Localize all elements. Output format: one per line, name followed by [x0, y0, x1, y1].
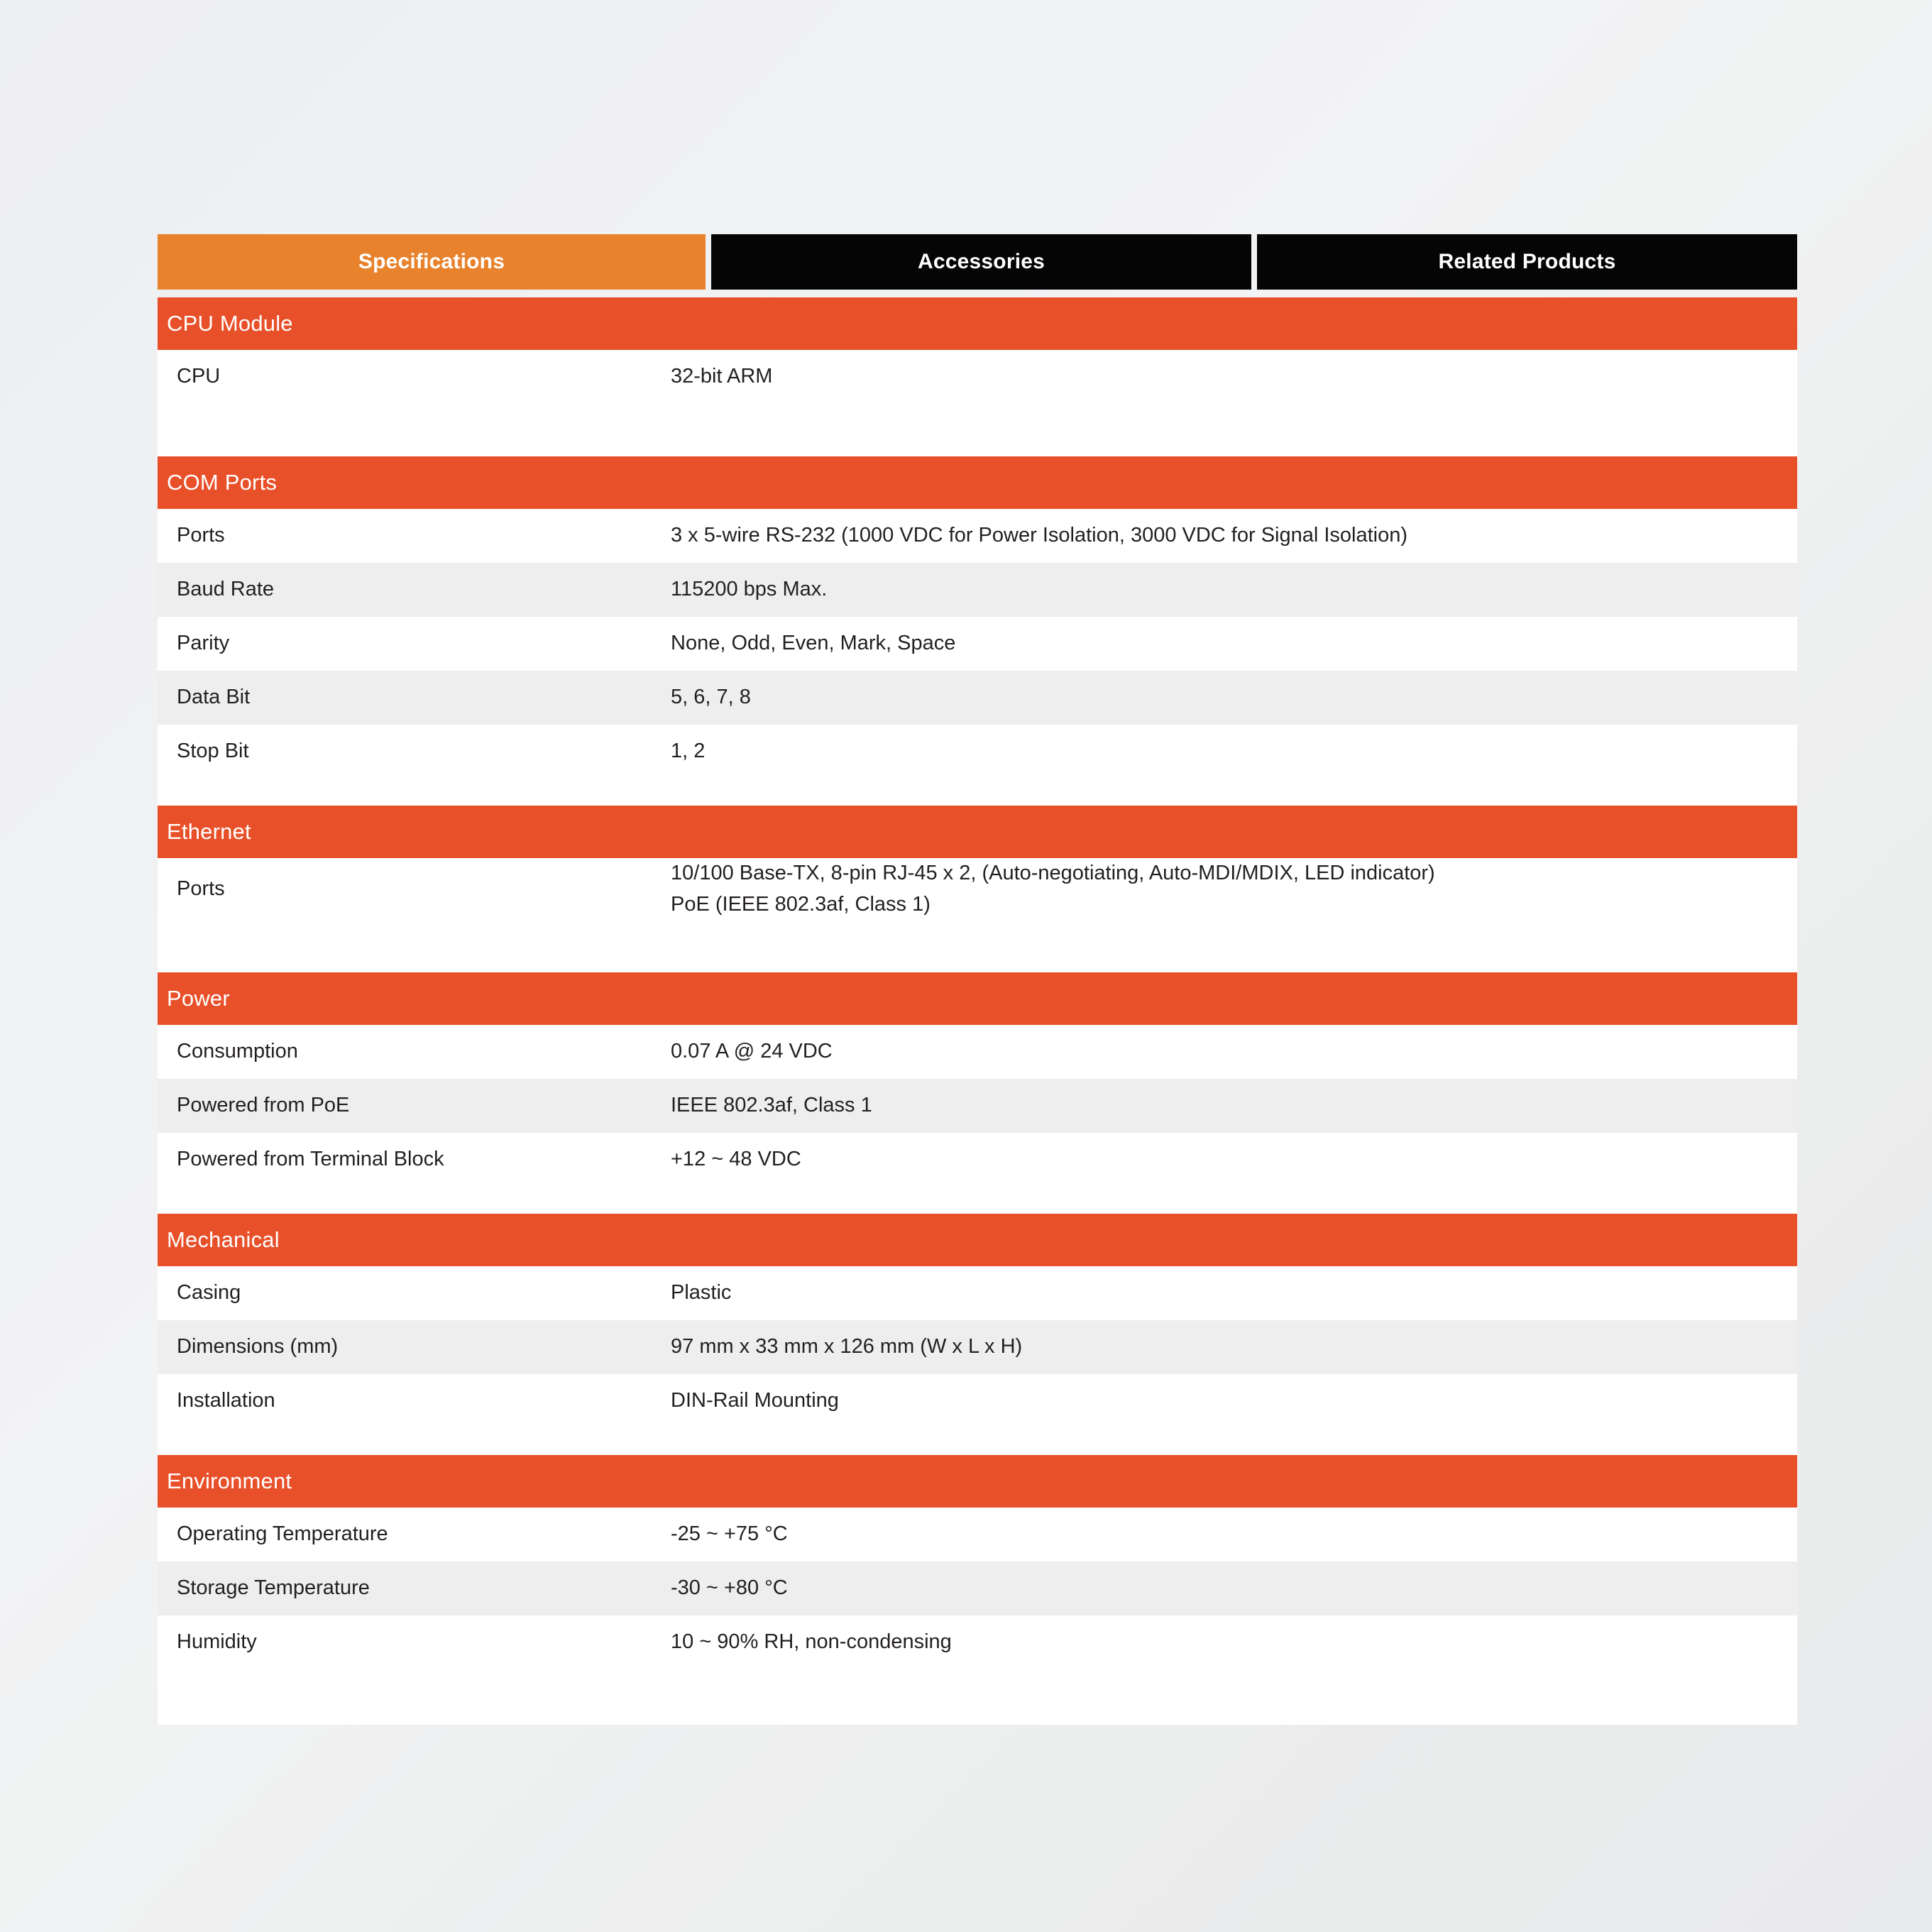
row-label: Consumption [177, 1040, 298, 1063]
section-spacer [158, 1187, 1797, 1214]
row-value: None, Odd, Even, Mark, Space [671, 632, 956, 655]
row-label: Parity [177, 632, 230, 655]
row-label: Ports [177, 877, 225, 900]
spec-section: Ethernet Ports 10/100 Base-TX, 8-pin RJ-45… [158, 806, 1797, 972]
section-header: Ethernet [158, 806, 1797, 858]
row-value: 10/100 Base-TX, 8-pin RJ-45 x 2, (Auto-n… [671, 862, 1435, 916]
table-row: Stop Bit 1, 2 [158, 725, 1797, 779]
table-row: Casing Plastic [158, 1266, 1797, 1320]
spec-section: Power Consumption 0.07 A @ 24 VDC Powered f… [158, 972, 1797, 1214]
row-label: Baud Rate [177, 578, 275, 601]
section-rows: Operating Temperature -25 ~ +75 °C Storage… [158, 1508, 1797, 1669]
row-label: Data Bit [177, 686, 251, 709]
section-rows: CPU 32-bit ARM [158, 350, 1797, 404]
row-value: 0.07 A @ 24 VDC [671, 1040, 833, 1063]
table-row: Baud Rate 115200 bps Max. [158, 563, 1797, 617]
row-value: 32-bit ARM [671, 365, 773, 388]
table-row: Storage Temperature -30 ~ +80 °C [158, 1561, 1797, 1615]
table-row: Consumption 0.07 A @ 24 VDC [158, 1025, 1797, 1079]
row-value: +12 ~ 48 VDC [671, 1148, 801, 1171]
section-title: Ethernet [167, 819, 251, 844]
specifications-panel: Specifications Accessories Related Product… [158, 234, 1797, 1725]
section-spacer [158, 404, 1797, 456]
row-label: Ports [177, 524, 225, 547]
row-label: Storage Temperature [177, 1576, 370, 1600]
row-label: Operating Temperature [177, 1522, 388, 1546]
section-title: CPU Module [167, 311, 293, 336]
row-value: -25 ~ +75 °C [671, 1522, 788, 1546]
tab-specifications[interactable]: Specifications [158, 234, 706, 290]
table-row: Parity None, Odd, Even, Mark, Space [158, 617, 1797, 671]
page-root: Specifications Accessories Related Product… [0, 0, 1932, 1932]
row-label: CPU [177, 365, 221, 388]
table-row: Powered from Terminal Block +12 ~ 48 VDC [158, 1133, 1797, 1187]
section-header: Power [158, 972, 1797, 1025]
row-value: 10 ~ 90% RH, non-condensing [671, 1630, 952, 1654]
section-rows: Consumption 0.07 A @ 24 VDC Powered from P… [158, 1025, 1797, 1187]
spec-section: Mechanical Casing Plastic Dimensions (mm) 97… [158, 1214, 1797, 1455]
section-title: Power [167, 986, 230, 1011]
table-row: Operating Temperature -25 ~ +75 °C [158, 1508, 1797, 1561]
spec-section: CPU Module CPU 32-bit ARM [158, 297, 1797, 456]
table-row: CPU 32-bit ARM [158, 350, 1797, 404]
row-label: Installation [177, 1389, 275, 1412]
tab-label: Accessories [918, 250, 1045, 273]
table-row: Humidity 10 ~ 90% RH, non-condensing [158, 1615, 1797, 1669]
tab-related-products[interactable]: Related Products [1257, 234, 1797, 290]
section-rows: Ports 3 x 5-wire RS-232 (1000 VDC for Pow… [158, 509, 1797, 779]
row-value: Plastic [671, 1281, 732, 1305]
row-label: Powered from Terminal Block [177, 1148, 444, 1171]
section-header: CPU Module [158, 297, 1797, 350]
row-label: Casing [177, 1281, 241, 1305]
spec-section: Environment Operating Temperature -25 ~ +7… [158, 1455, 1797, 1696]
row-value: 97 mm x 33 mm x 126 mm (W x L x H) [671, 1335, 1023, 1359]
tab-strip: Specifications Accessories Related Product… [158, 234, 1797, 290]
row-value: 3 x 5-wire RS-232 (1000 VDC for Power Is… [671, 524, 1408, 547]
row-label: Humidity [177, 1630, 257, 1654]
section-title: COM Ports [167, 470, 278, 495]
row-value: 5, 6, 7, 8 [671, 686, 751, 709]
tab-label: Related Products [1438, 250, 1616, 273]
table-row: Data Bit 5, 6, 7, 8 [158, 671, 1797, 725]
row-label: Dimensions (mm) [177, 1335, 339, 1359]
tab-accessories[interactable]: Accessories [711, 234, 1251, 290]
section-title: Environment [167, 1469, 292, 1493]
section-header: Environment [158, 1455, 1797, 1508]
row-value: 1, 2 [671, 740, 706, 763]
spec-section: COM Ports Ports 3 x 5-wire RS-232 (1000 VD… [158, 456, 1797, 806]
section-spacer [158, 779, 1797, 806]
table-row: Installation DIN-Rail Mounting [158, 1374, 1797, 1428]
row-value: 115200 bps Max. [671, 578, 828, 601]
specifications-table: CPU Module CPU 32-bit ARM COM Ports Ports 3 x… [158, 297, 1797, 1725]
table-row: Ports 10/100 Base-TX, 8-pin RJ-45 x 2, (A… [158, 858, 1797, 920]
section-header: COM Ports [158, 456, 1797, 509]
section-header: Mechanical [158, 1214, 1797, 1266]
table-row: Powered from PoE IEEE 802.3af, Class 1 [158, 1079, 1797, 1133]
row-value: IEEE 802.3af, Class 1 [671, 1094, 872, 1117]
row-label: Powered from PoE [177, 1094, 350, 1117]
row-label: Stop Bit [177, 740, 249, 763]
row-value: DIN-Rail Mounting [671, 1389, 839, 1412]
section-title: Mechanical [167, 1227, 280, 1252]
row-value: -30 ~ +80 °C [671, 1576, 788, 1600]
tab-label: Specifications [358, 250, 505, 273]
section-spacer [158, 920, 1797, 972]
section-spacer [158, 1669, 1797, 1696]
section-rows: Ports 10/100 Base-TX, 8-pin RJ-45 x 2, (A… [158, 858, 1797, 920]
section-rows: Casing Plastic Dimensions (mm) 97 mm x 33 m… [158, 1266, 1797, 1428]
section-spacer [158, 1428, 1797, 1455]
table-row: Dimensions (mm) 97 mm x 33 mm x 126 mm (W… [158, 1320, 1797, 1374]
table-row: Ports 3 x 5-wire RS-232 (1000 VDC for Pow… [158, 509, 1797, 563]
